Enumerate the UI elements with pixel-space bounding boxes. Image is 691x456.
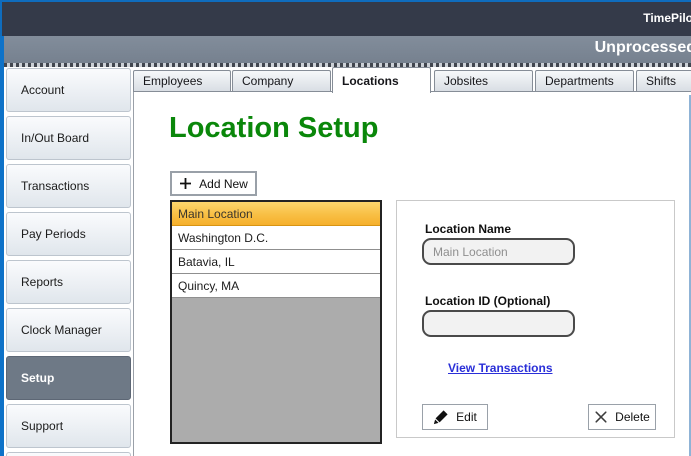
list-item-quincy-ma[interactable]: Quincy, MA bbox=[172, 274, 380, 298]
window-border-left bbox=[0, 36, 4, 456]
tab-label: Locations bbox=[342, 74, 399, 88]
list-item-label: Main Location bbox=[178, 207, 253, 221]
delete-button[interactable]: Delete bbox=[588, 404, 656, 430]
list-item-label: Batavia, IL bbox=[178, 255, 235, 269]
edit-button[interactable]: Edit bbox=[422, 404, 488, 430]
tab-employees[interactable]: Employees bbox=[133, 70, 231, 92]
edit-button-label: Edit bbox=[456, 410, 477, 424]
sidebar-item-label: Support bbox=[21, 419, 63, 433]
location-id-label: Location ID (Optional) bbox=[425, 294, 550, 308]
sidebar-item-account[interactable]: Account bbox=[6, 68, 131, 112]
app-window: TimePilo Unprocessed Account In/Out Boar… bbox=[0, 0, 691, 456]
pencil-icon bbox=[433, 409, 449, 425]
sidebar-item-setup[interactable]: Setup bbox=[6, 356, 131, 400]
delete-button-label: Delete bbox=[615, 410, 650, 424]
tab-departments[interactable]: Departments bbox=[535, 70, 634, 92]
status-banner-text: Unprocessed bbox=[595, 39, 691, 57]
sidebar-item-label: Transactions bbox=[21, 179, 89, 193]
add-new-button-label: Add New bbox=[199, 177, 248, 191]
tab-label: Shifts bbox=[646, 74, 676, 88]
sidebar-item-reports[interactable]: Reports bbox=[6, 260, 131, 304]
location-id-field[interactable] bbox=[422, 310, 575, 337]
sidebar-item-label: Reports bbox=[21, 275, 63, 289]
tab-page-left-border bbox=[133, 91, 134, 456]
sidebar-item-label: Pay Periods bbox=[21, 227, 86, 241]
tab-label: Company bbox=[242, 74, 293, 88]
tab-label: Jobsites bbox=[444, 74, 488, 88]
list-item-batavia-il[interactable]: Batavia, IL bbox=[172, 250, 380, 274]
sidebar-item-partial[interactable] bbox=[6, 452, 131, 456]
sidebar-item-clock-manager[interactable]: Clock Manager bbox=[6, 308, 131, 352]
tab-label: Employees bbox=[143, 74, 202, 88]
window-border-left-upper bbox=[0, 0, 2, 36]
location-name-label: Location Name bbox=[425, 222, 511, 236]
tab-company[interactable]: Company bbox=[232, 70, 331, 92]
page-title: Location Setup bbox=[169, 112, 378, 145]
locations-list: Main Location Washington D.C. Batavia, I… bbox=[170, 200, 382, 444]
app-title: TimePilo bbox=[643, 11, 691, 25]
tab-label: Departments bbox=[545, 74, 614, 88]
sidebar-item-label: In/Out Board bbox=[21, 131, 89, 145]
sidebar-item-label: Clock Manager bbox=[21, 323, 102, 337]
window-border-top bbox=[0, 0, 691, 2]
list-item-main-location[interactable]: Main Location bbox=[172, 202, 380, 226]
tab-shifts[interactable]: Shifts bbox=[636, 70, 691, 92]
list-item-washington-dc[interactable]: Washington D.C. bbox=[172, 226, 380, 250]
title-bar: TimePilo bbox=[2, 2, 691, 36]
x-icon bbox=[594, 410, 608, 424]
add-new-button[interactable]: Add New bbox=[170, 171, 257, 196]
plus-icon bbox=[179, 177, 192, 190]
tab-locations[interactable]: Locations bbox=[332, 67, 431, 93]
location-name-field[interactable] bbox=[422, 238, 575, 265]
sidebar-item-transactions[interactable]: Transactions bbox=[6, 164, 131, 208]
sidebar-item-pay-periods[interactable]: Pay Periods bbox=[6, 212, 131, 256]
sidebar-item-support[interactable]: Support bbox=[6, 404, 131, 448]
location-detail-panel: Location Name Location ID (Optional) Vie… bbox=[396, 200, 675, 438]
status-banner-bar: Unprocessed bbox=[4, 36, 691, 63]
view-transactions-link[interactable]: View Transactions bbox=[448, 361, 553, 375]
sidebar-item-label: Account bbox=[21, 83, 64, 97]
tab-jobsites[interactable]: Jobsites bbox=[434, 70, 533, 92]
tab-strip: Employees Company Locations Jobsites Dep… bbox=[133, 67, 691, 92]
sidebar-item-inout-board[interactable]: In/Out Board bbox=[6, 116, 131, 160]
list-item-label: Washington D.C. bbox=[178, 231, 268, 245]
list-item-label: Quincy, MA bbox=[178, 279, 239, 293]
sidebar-item-label: Setup bbox=[21, 371, 54, 385]
